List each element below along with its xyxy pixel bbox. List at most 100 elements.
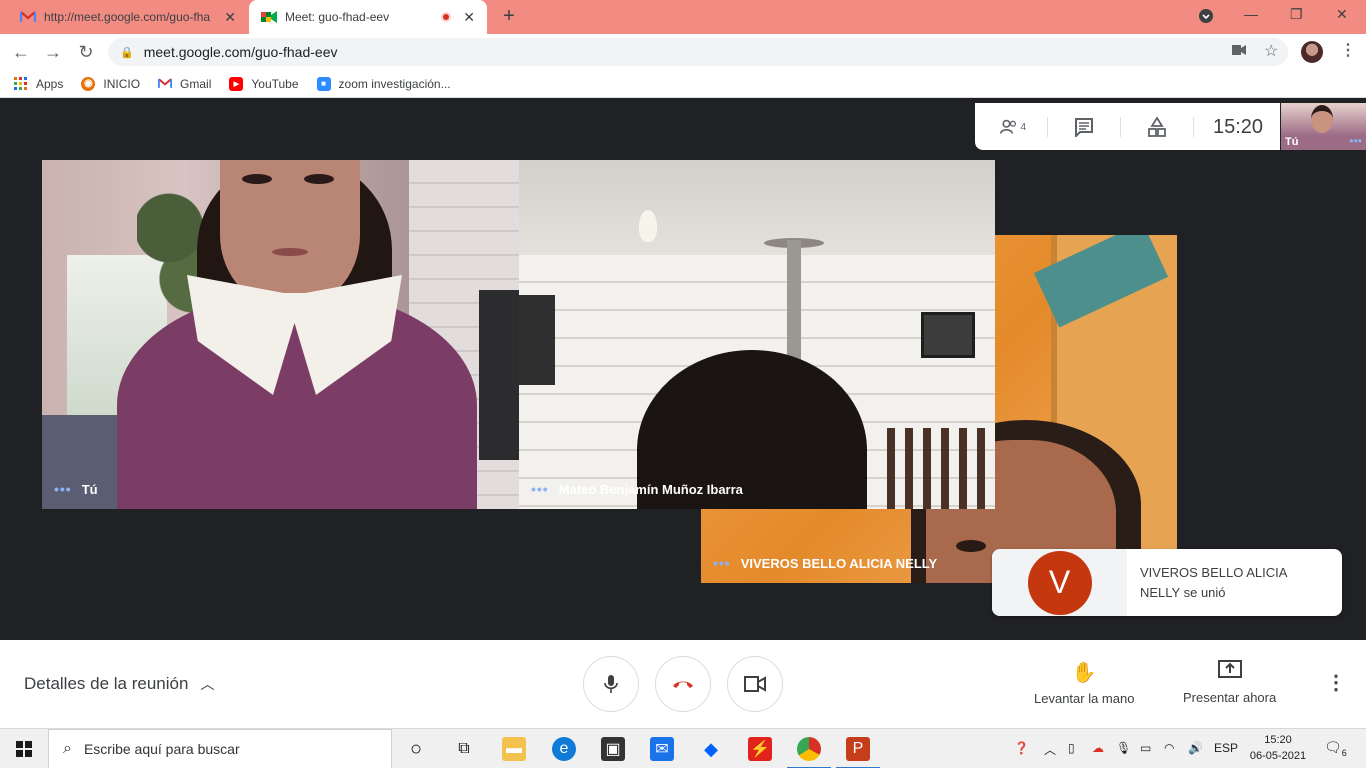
more-options-dots-icon[interactable]: •••: [531, 481, 549, 497]
taskbar-clock[interactable]: 15:20 06-05-2021: [1248, 732, 1308, 764]
people-icon: [1000, 119, 1017, 134]
tab-search-icon[interactable]: [1198, 8, 1214, 27]
back-button[interactable]: ←: [10, 41, 32, 63]
participant-name: VIVEROS BELLO ALICIA NELLY: [740, 555, 938, 571]
camera-button[interactable]: [727, 656, 783, 712]
bookmark-gmail[interactable]: Gmail: [158, 77, 211, 91]
taskbar-date: 06-05-2021: [1249, 750, 1307, 762]
raise-hand-button[interactable]: ✋ Levantar la mano: [1034, 660, 1134, 706]
new-tab-button[interactable]: +: [498, 6, 520, 28]
task-view-icon[interactable]: ⧉: [452, 737, 476, 761]
taskbar-time: 15:20: [1264, 734, 1292, 746]
camera-permission-icon[interactable]: [1232, 42, 1246, 60]
tab-title: Meet: guo-fhad-eev: [285, 10, 390, 24]
forward-button[interactable]: →: [42, 41, 64, 63]
shapes-icon: [1148, 117, 1166, 137]
onedrive-icon[interactable]: ☁: [1092, 741, 1104, 755]
search-icon: ⌕: [63, 740, 72, 757]
tab-title: http://meet.google.com/guo-fha: [44, 10, 211, 24]
acrobat-icon[interactable]: ⚡: [748, 737, 772, 761]
microphone-button[interactable]: [583, 656, 639, 712]
more-options-icon[interactable]: ⋮: [1326, 670, 1346, 695]
participant-name-label: ••• Tú: [54, 481, 98, 497]
help-icon[interactable]: ❓: [1014, 741, 1029, 755]
participant-count-badge: 4: [1020, 121, 1026, 133]
bookmark-label: Apps: [36, 76, 64, 91]
bookmark-star-icon[interactable]: ☆: [1264, 41, 1278, 61]
notification-center-icon[interactable]: 🗨6: [1324, 739, 1347, 758]
divider: [1193, 117, 1194, 137]
meeting-details-button[interactable]: Detalles de la reunión ︿: [24, 674, 214, 694]
file-explorer-icon[interactable]: ▬: [502, 737, 526, 761]
edge-icon[interactable]: e: [552, 737, 576, 761]
chat-icon: [1075, 118, 1093, 137]
participant-name-label: ••• Mateo Benjamín Muñoz Ibarra: [531, 481, 743, 497]
hang-up-icon: [673, 681, 693, 688]
bookmark-apps[interactable]: Apps: [14, 76, 64, 91]
bookmark-label: INICIO: [103, 76, 141, 91]
volume-icon[interactable]: 🔊: [1188, 741, 1203, 755]
more-options-dots-icon[interactable]: •••: [1349, 134, 1362, 148]
tab-gmail[interactable]: http://meet.google.com/guo-fha ✕: [8, 0, 248, 34]
dropbox-icon[interactable]: ◆: [699, 737, 723, 761]
tab-strip: http://meet.google.com/guo-fha ✕ Meet: g…: [0, 0, 1366, 34]
close-window-button[interactable]: ✕: [1336, 6, 1348, 23]
participant-tile-self[interactable]: ••• Tú: [42, 160, 519, 509]
bookmark-inicio[interactable]: ◉ INICIO: [81, 76, 141, 91]
reload-button[interactable]: ↻: [75, 41, 97, 63]
participant-name-label: ••• VIVEROS BELLO ALICIA NELLY: [713, 555, 937, 571]
start-button[interactable]: [0, 729, 48, 768]
bookmark-label: Gmail: [180, 76, 212, 91]
language-indicator[interactable]: ESP: [1214, 741, 1238, 755]
store-icon[interactable]: ▣: [601, 737, 625, 761]
tab-meet[interactable]: Meet: guo-fhad-eev ✕: [249, 0, 487, 34]
bookmark-label: YouTube: [251, 76, 299, 91]
present-now-label: Presentar ahora: [1183, 690, 1277, 705]
show-hidden-icons[interactable]: ︿: [1044, 741, 1056, 758]
maximize-button[interactable]: ❐: [1290, 6, 1303, 23]
browser-menu-icon[interactable]: ⋮: [1340, 40, 1356, 60]
windows-logo-icon: [16, 741, 32, 757]
chat-button[interactable]: [1071, 115, 1097, 139]
lock-icon: 🔒: [120, 46, 134, 59]
participants-button[interactable]: 4: [1000, 115, 1026, 139]
video-camera-icon: [744, 676, 766, 692]
bookmark-youtube[interactable]: ▶ YouTube: [229, 76, 299, 91]
self-view-thumbnail[interactable]: Tú •••: [1281, 103, 1366, 150]
present-now-button[interactable]: Presentar ahora: [1183, 660, 1276, 705]
participant-tile-mateo[interactable]: ••• Mateo Benjamín Muñoz Ibarra: [519, 160, 995, 509]
camera-object: [479, 290, 519, 460]
more-options-dots-icon[interactable]: •••: [54, 481, 72, 497]
close-tab-icon[interactable]: ✕: [463, 9, 475, 26]
minimize-button[interactable]: —: [1244, 6, 1258, 22]
address-bar[interactable]: 🔒 meet.google.com/guo-fhad-eev: [108, 38, 1288, 66]
microphone-tray-icon[interactable]: 🎙: [1116, 741, 1131, 755]
inicio-icon: ◉: [81, 76, 96, 91]
meeting-clock: 15:20: [1213, 116, 1264, 138]
taskbar-search[interactable]: ⌕ Escribe aquí para buscar: [48, 729, 392, 768]
microphone-icon: [604, 675, 618, 693]
close-tab-icon[interactable]: ✕: [224, 9, 236, 26]
dining-chairs: [887, 428, 995, 509]
meet-icon: [261, 9, 277, 25]
more-options-dots-icon[interactable]: •••: [713, 555, 731, 571]
profile-avatar[interactable]: [1301, 41, 1323, 63]
chrome-icon[interactable]: [787, 737, 831, 768]
wall-picture-frame: [921, 312, 975, 358]
participant-eye: [956, 540, 986, 552]
powerpoint-icon[interactable]: P: [836, 737, 880, 768]
mail-icon[interactable]: ✉: [650, 737, 674, 761]
bookmark-zoom[interactable]: ■ zoom investigación...: [316, 76, 451, 91]
divider: [1120, 117, 1121, 137]
cortana-icon[interactable]: ○: [404, 737, 428, 761]
wifi-icon[interactable]: ◠: [1164, 741, 1174, 755]
bookmarks-bar: Apps ◉ INICIO Gmail ▶ YouTube ■ zoom inv…: [0, 70, 1366, 98]
raise-hand-label: Levantar la mano: [1034, 691, 1135, 706]
hand-icon: ✋: [1071, 662, 1097, 684]
stove-pipe: [787, 240, 801, 370]
meeting-details-label: Detalles de la reunión: [24, 674, 189, 693]
activities-button[interactable]: [1144, 115, 1170, 139]
device-icon[interactable]: ▯: [1068, 741, 1075, 755]
end-call-button[interactable]: [655, 656, 711, 712]
battery-icon[interactable]: ▭: [1140, 741, 1151, 755]
